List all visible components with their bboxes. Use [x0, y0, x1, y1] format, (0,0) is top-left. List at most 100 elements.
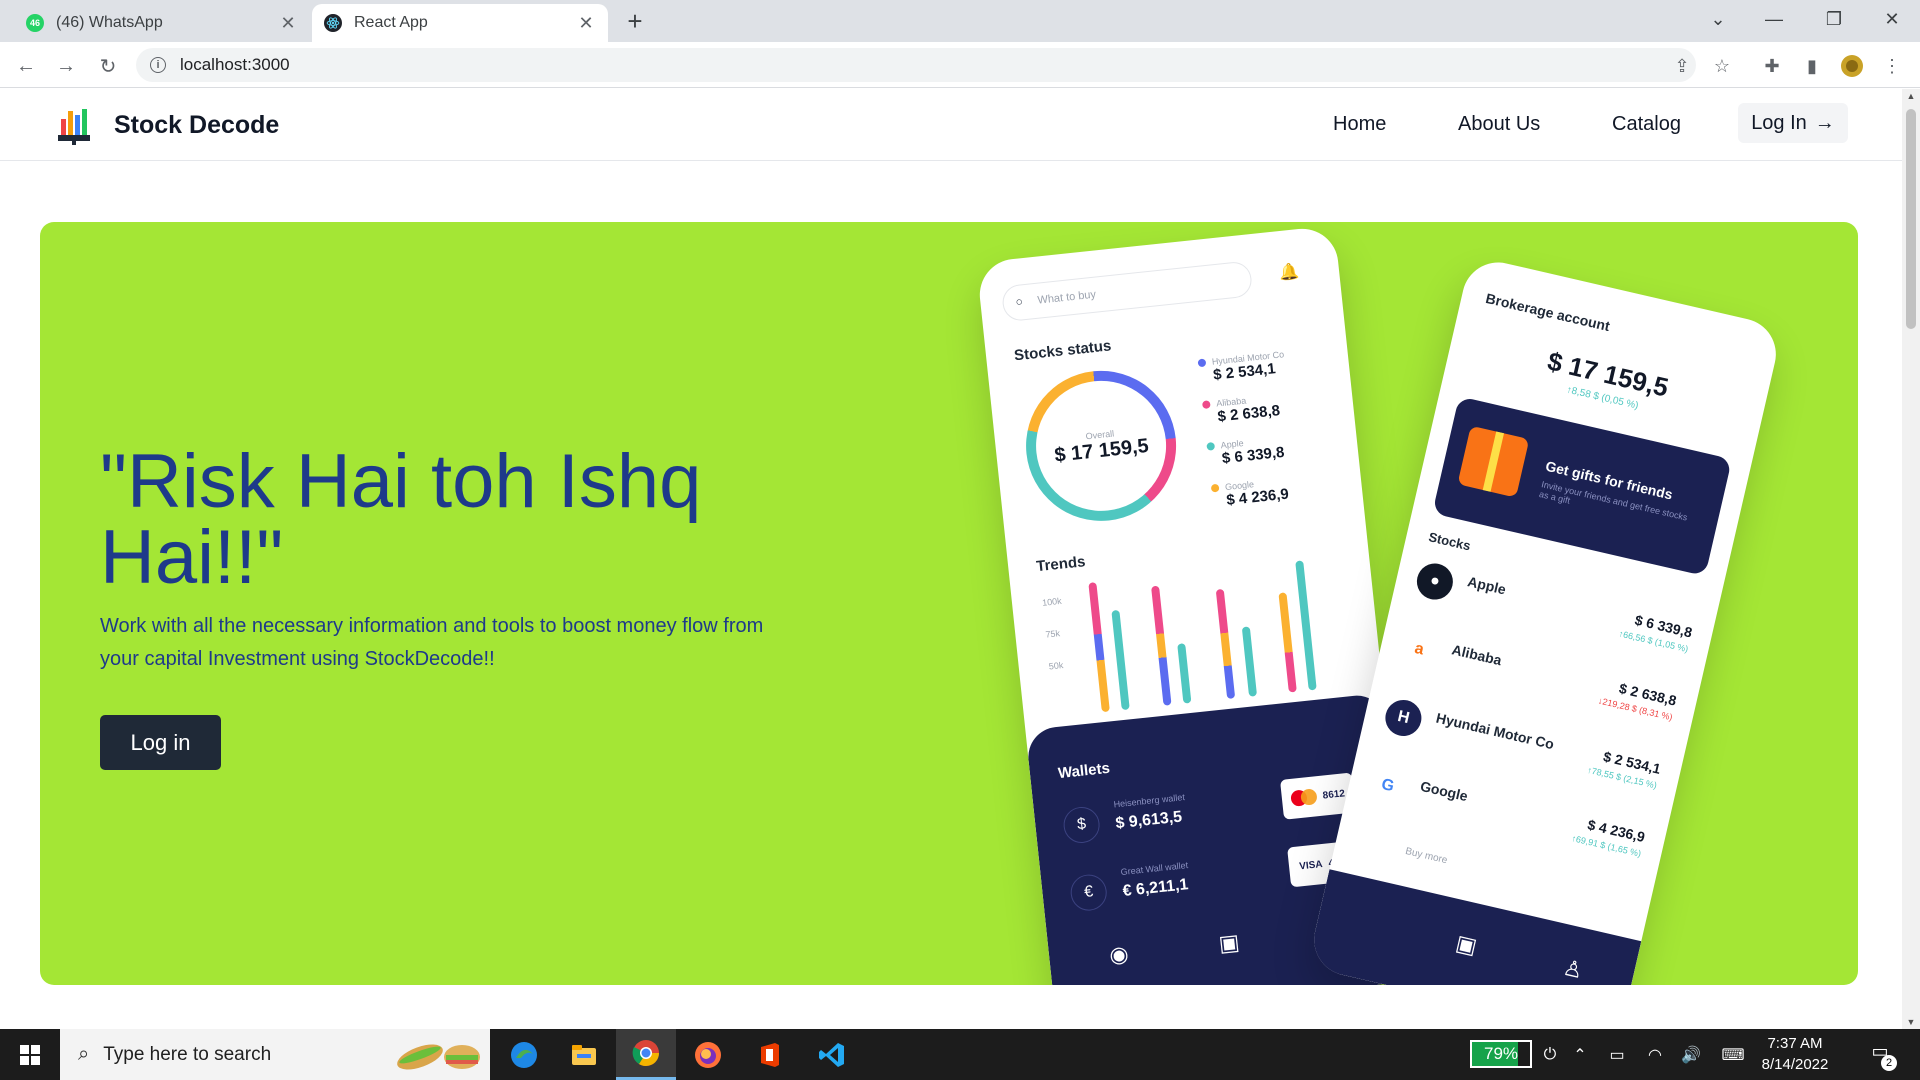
reload-button[interactable]: ↻ — [94, 52, 122, 80]
trend-bar — [1241, 626, 1258, 697]
legend-dot — [1210, 483, 1220, 493]
profile-avatar[interactable] — [1840, 54, 1864, 78]
dollar-icon: $ — [1061, 805, 1102, 845]
brand-name[interactable]: Stock Decode — [114, 111, 279, 140]
url-field[interactable]: i localhost:3000 — [136, 48, 1696, 82]
trend-bar — [1215, 588, 1236, 700]
volume-icon[interactable]: 🔊 — [1676, 1029, 1706, 1080]
close-window-button[interactable]: ✕ — [1864, 0, 1920, 38]
restore-button[interactable]: ❐ — [1806, 0, 1862, 38]
close-tab-icon[interactable]: ✕ — [576, 13, 596, 34]
euro-icon: € — [1068, 872, 1109, 913]
wallets-heading: Wallets — [1057, 759, 1111, 783]
browser-menu-icon[interactable]: ⋮ — [1880, 54, 1904, 78]
wallet-name: Great Wall wallet — [1120, 860, 1189, 878]
alibaba-icon: a — [1397, 628, 1441, 672]
browser-tab-bar: 46 (46) WhatsApp ✕ React App ✕ + ⌄ — ❐ ✕ — [0, 0, 1920, 42]
buy-more-label: Buy more — [1404, 845, 1449, 867]
trend-tick: 50k — [1048, 660, 1064, 672]
url-text: localhost:3000 — [180, 55, 290, 74]
briefcase-icon: ▣ — [1217, 929, 1241, 957]
stock-name: Alibaba — [1450, 641, 1504, 669]
tab-whatsapp[interactable]: 46 (46) WhatsApp ✕ — [14, 4, 310, 42]
system-clock[interactable]: 7:37 AM 8/14/2022 — [1745, 1033, 1845, 1075]
legend-item: Google $ 4 236,9 — [1210, 469, 1353, 510]
stock-name: Hyundai Motor Co — [1434, 709, 1556, 753]
clock-time: 7:37 AM — [1767, 1035, 1823, 1052]
hero-login-button[interactable]: Log in — [100, 715, 221, 770]
taskbar-search[interactable]: ⌕ Type here to search — [60, 1029, 490, 1080]
bookmark-star-icon[interactable]: ☆ — [1710, 54, 1734, 78]
arrow-right-icon: → — [1814, 111, 1835, 134]
chevron-up-icon[interactable]: ⌃ — [1568, 1029, 1592, 1080]
forward-button[interactable]: → — [52, 52, 80, 80]
stocks-heading: Stocks — [1427, 529, 1473, 554]
card-number: 8612 — [1322, 787, 1346, 802]
legend-item: Apple $ 6 339,8 — [1206, 427, 1348, 468]
stocks-donut-chart: Overall $ 17 159,5 — [1018, 363, 1184, 529]
tab-search-icon[interactable]: ⌄ — [1690, 0, 1746, 38]
notification-center-icon[interactable]: ▭ 2 — [1865, 1041, 1897, 1071]
search-icon: ⌕ — [78, 1043, 90, 1065]
taskbar-vscode[interactable] — [802, 1029, 862, 1080]
scroll-up-icon[interactable]: ▲ — [1906, 91, 1916, 101]
minimize-button[interactable]: — — [1746, 0, 1802, 38]
extensions-icon[interactable]: ✚ — [1760, 54, 1784, 78]
mastercard-icon — [1290, 788, 1318, 807]
battery-icon[interactable]: ▭ — [1602, 1029, 1632, 1080]
nav-login-button[interactable]: Log In → — [1738, 103, 1848, 143]
page-scrollbar[interactable]: ▲ ▼ — [1902, 89, 1920, 1029]
wallet-value: $ 9,613,5 — [1114, 808, 1183, 833]
scrollbar-thumb[interactable] — [1906, 109, 1916, 329]
back-button[interactable]: ← — [12, 52, 40, 80]
tab-react-app[interactable]: React App ✕ — [312, 4, 608, 42]
taskbar-edge[interactable] — [494, 1029, 554, 1080]
brokerage-bottom-nav: ▣ ♙ — [1306, 869, 1642, 985]
stock-decode-logo[interactable] — [56, 105, 92, 145]
taskbar-firefox[interactable] — [678, 1029, 738, 1080]
new-tab-button[interactable]: + — [620, 6, 650, 36]
stock-name: Apple — [1466, 573, 1508, 598]
apple-icon: ● — [1413, 559, 1457, 604]
site-navbar: Stock Decode Home About Us Catalog Log I… — [0, 89, 1902, 161]
taskbar-file-explorer[interactable] — [554, 1029, 614, 1080]
trend-bar — [1278, 592, 1297, 693]
sandwich-illustration-icon[interactable] — [392, 1035, 484, 1075]
trend-tick: 100k — [1041, 595, 1063, 608]
briefcase-icon: ▣ — [1453, 929, 1480, 959]
scroll-down-icon[interactable]: ▼ — [1906, 1017, 1916, 1027]
overall-value: $ 17 159,5 — [1053, 434, 1150, 467]
close-tab-icon[interactable]: ✕ — [278, 13, 298, 34]
hero-section: "Risk Hai toh Ishq Hai!!" Work with all … — [40, 222, 1858, 985]
taskbar-chrome[interactable] — [616, 1029, 676, 1080]
taskbar-office[interactable] — [740, 1029, 800, 1080]
page-viewport: Stock Decode Home About Us Catalog Log I… — [0, 89, 1902, 1029]
bell-icon: 🔔 — [1278, 263, 1300, 283]
wallet-name: Heisenberg wallet — [1113, 792, 1186, 810]
address-bar-row: ← → ↻ i localhost:3000 ⇪ ☆ ✚ ▮ ⋮ — [0, 42, 1920, 88]
gift-box-icon — [1457, 425, 1530, 498]
power-plug-icon: ⏻ — [1543, 1045, 1557, 1063]
hero-headline: "Risk Hai toh Ishq Hai!!" — [100, 439, 702, 600]
coins-icon: ◉ — [1108, 940, 1130, 968]
windows-logo-icon — [20, 1044, 40, 1065]
legend-dot — [1206, 441, 1216, 451]
google-icon: G — [1366, 764, 1410, 808]
notification-count: 2 — [1881, 1055, 1897, 1071]
login-label: Log In — [1751, 111, 1807, 134]
site-info-icon[interactable]: i — [150, 57, 166, 73]
windows-taskbar: ⌕ Type here to search 79% ⏻ ⌃ ▭ ◠ 🔊 ⌨ 7:… — [0, 1029, 1920, 1080]
side-panel-icon[interactable]: ▮ — [1800, 54, 1824, 78]
nav-about-link[interactable]: About Us — [1458, 113, 1540, 136]
tab-title: React App — [354, 14, 428, 31]
share-icon[interactable]: ⇪ — [1670, 54, 1694, 78]
start-button[interactable] — [0, 1029, 60, 1080]
nav-home-link[interactable]: Home — [1333, 113, 1386, 136]
hyundai-icon: H — [1381, 696, 1425, 740]
nav-catalog-link[interactable]: Catalog — [1612, 113, 1681, 136]
wifi-icon[interactable]: ◠ — [1640, 1029, 1670, 1080]
brokerage-heading: Brokerage account — [1484, 289, 1612, 335]
battery-indicator[interactable]: 79% — [1470, 1040, 1532, 1068]
react-icon — [324, 14, 342, 32]
battery-percent: 79% — [1483, 1044, 1519, 1063]
